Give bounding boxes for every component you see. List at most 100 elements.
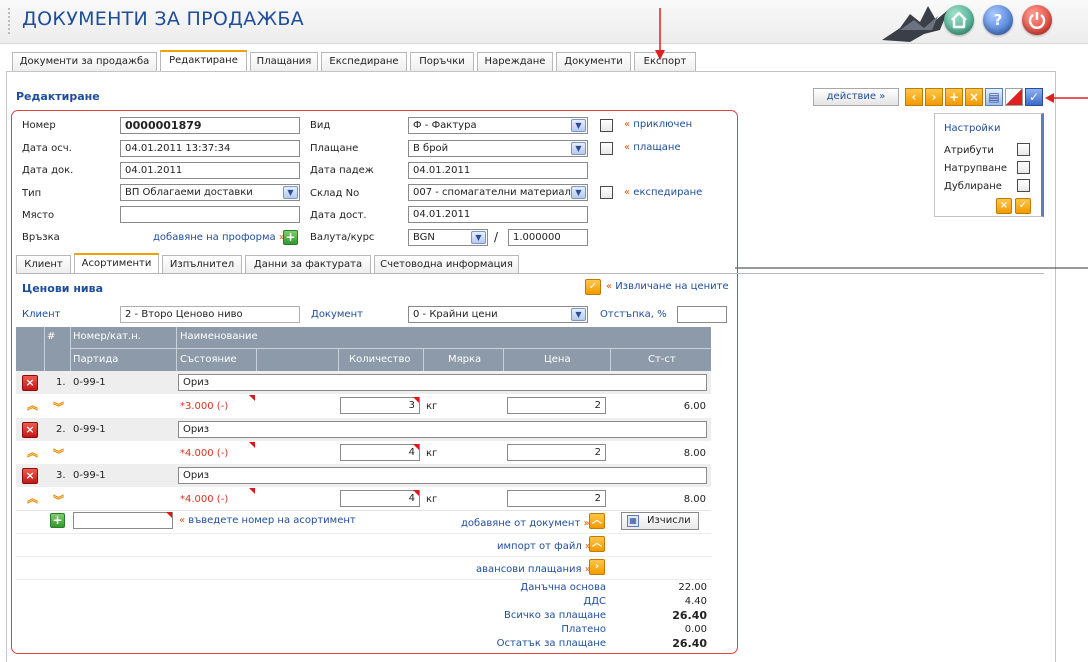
advance-payments-link[interactable]: авансови плащания » <box>476 564 591 575</box>
power-icon[interactable] <box>1022 5 1052 35</box>
remaining-label: Остатък за плащане <box>496 638 606 649</box>
confirm-icon[interactable]: ✓ <box>1025 88 1043 106</box>
settings-ok-icon[interactable]: ✓ <box>1015 198 1031 214</box>
closed-checkbox[interactable] <box>600 119 613 132</box>
extract-prices-link[interactable]: « Извличане на цените <box>606 281 729 292</box>
place-label: Място <box>22 210 55 221</box>
calculate-button[interactable]: ▦ Изчисли <box>621 512 699 530</box>
move-down-icon[interactable]: ︾ <box>53 449 64 460</box>
type-select[interactable]: ВП Облагаеми доставки ▼ <box>120 184 300 201</box>
place-field[interactable] <box>120 206 300 223</box>
assortment-number-field[interactable] <box>73 512 173 529</box>
currency-select[interactable]: BGN ▼ <box>408 229 488 246</box>
discount-label: Отстъпка, % <box>600 309 667 320</box>
subtab-assortments[interactable]: Асортименти <box>74 253 159 274</box>
tab-shipping[interactable]: Експедиране <box>321 52 407 72</box>
row-unit: кг <box>426 401 438 412</box>
row-price-field[interactable]: 2 <box>507 444 606 461</box>
clear-icon[interactable] <box>1005 88 1023 106</box>
tab-payments[interactable]: Плащания <box>250 52 318 72</box>
add-proforma-icon[interactable]: + <box>283 230 298 245</box>
print-icon[interactable]: ▤ <box>985 88 1003 106</box>
delete-row-icon[interactable]: × <box>22 422 38 438</box>
price-document-value: 0 - Крайни цени <box>413 309 498 320</box>
tab-orders[interactable]: Поръчки <box>410 52 474 72</box>
shipped-flag[interactable]: « експедиране <box>624 187 702 198</box>
row-price-field[interactable]: 2 <box>507 490 606 507</box>
next-icon[interactable]: › <box>925 88 943 106</box>
footer-divider <box>16 533 711 534</box>
warehouse-select[interactable]: 007 - спомагателни материали ▼ <box>408 184 588 201</box>
import-file-link[interactable]: импорт от файл » <box>497 541 591 552</box>
delete-row-icon[interactable]: × <box>22 468 38 484</box>
payment-select[interactable]: В брой ▼ <box>408 140 588 157</box>
date-doc-field[interactable]: 04.01.2011 <box>120 162 300 179</box>
kind-value: Ф - Фактура <box>413 120 477 131</box>
price-document-select[interactable]: 0 - Крайни цени ▼ <box>408 306 588 323</box>
rate-separator: / <box>494 230 499 244</box>
move-up-icon[interactable]: ︽ <box>27 493 38 504</box>
type-label: Тип <box>22 188 42 199</box>
add-icon[interactable]: + <box>945 88 963 106</box>
shipped-checkbox[interactable] <box>600 186 613 199</box>
settings-title: Настройки <box>944 123 1001 134</box>
closed-flag[interactable]: « приключен <box>624 119 692 130</box>
chevron-down-icon: ▼ <box>471 231 486 244</box>
row-name-field[interactable]: Ориз <box>178 421 707 438</box>
accumulation-checkbox[interactable] <box>1017 161 1030 174</box>
settings-cancel-icon[interactable]: × <box>996 198 1012 214</box>
row-name-field[interactable]: Ориз <box>178 374 707 391</box>
delivery-field[interactable]: 04.01.2011 <box>408 206 588 223</box>
attributes-checkbox[interactable] <box>1017 143 1030 156</box>
tab-sales-docs[interactable]: Документи за продажба <box>12 52 157 72</box>
paid-checkbox[interactable] <box>600 142 613 155</box>
chevron-down-icon: ▼ <box>571 186 586 199</box>
import-file-icon[interactable]: ︿ <box>589 536 605 552</box>
annotation-arrow-confirm <box>1045 93 1088 103</box>
delete-icon[interactable]: × <box>965 88 983 106</box>
move-down-icon[interactable]: ︾ <box>53 495 64 506</box>
row-qty-field[interactable]: 4 <box>340 444 420 461</box>
delete-row-icon[interactable]: × <box>22 375 38 391</box>
action-button[interactable]: действие » <box>813 88 899 106</box>
row-price-field[interactable]: 2 <box>507 397 606 414</box>
payment-value: В брой <box>413 143 449 154</box>
move-up-icon[interactable]: ︽ <box>27 447 38 458</box>
help-icon[interactable]: ? <box>983 5 1013 35</box>
add-from-document-link[interactable]: добавяне от документ » <box>461 518 590 529</box>
tab-ordering[interactable]: Нареждане <box>477 52 553 72</box>
number-field[interactable]: 0000001879 <box>120 117 300 134</box>
extract-prices-icon[interactable]: ✓ <box>585 279 601 295</box>
home-icon[interactable] <box>944 5 974 35</box>
add-proforma-link[interactable]: добавяне на проформа » <box>153 232 285 243</box>
add-row-icon[interactable]: + <box>50 513 65 528</box>
price-client-field[interactable]: 2 - Второ Ценово ниво <box>120 306 300 323</box>
tab-documents[interactable]: Документи <box>556 52 631 72</box>
duplication-checkbox[interactable] <box>1017 179 1030 192</box>
subtab-accounting[interactable]: Счетоводна информация <box>374 255 519 274</box>
move-down-icon[interactable]: ︾ <box>53 402 64 413</box>
qty-marker <box>413 397 419 403</box>
subtab-executor[interactable]: Изпълнител <box>162 255 242 274</box>
row-qty-field[interactable]: 4 <box>340 490 420 507</box>
advance-payments-icon[interactable]: › <box>589 559 605 575</box>
prev-icon[interactable]: ‹ <box>905 88 923 106</box>
due-field[interactable]: 04.01.2011 <box>408 162 588 179</box>
kind-select[interactable]: Ф - Фактура ▼ <box>408 117 588 134</box>
accumulation-label: Натрупване <box>944 163 1007 174</box>
link-label: Връзка <box>22 232 60 243</box>
date-acc-label: Дата осч. <box>22 143 72 154</box>
tab-edit[interactable]: Редактиране <box>160 50 247 72</box>
discount-field[interactable] <box>677 306 727 323</box>
add-from-document-icon[interactable]: ︿ <box>589 513 605 529</box>
paid-flag[interactable]: « плащане <box>624 142 681 153</box>
date-acc-field[interactable]: 04.01.2011 13:37:34 <box>120 140 300 157</box>
subtab-invoice-data[interactable]: Данни за фактурата <box>245 255 371 274</box>
row-qty-field[interactable]: 3 <box>340 397 420 414</box>
sub-tabs-divider <box>16 273 1044 274</box>
subtab-client[interactable]: Клиент <box>16 255 71 274</box>
move-up-icon[interactable]: ︽ <box>27 400 38 411</box>
row-name-field[interactable]: Ориз <box>178 467 707 484</box>
warehouse-value: 007 - спомагателни материали <box>413 187 578 198</box>
rate-field[interactable]: 1.000000 <box>508 229 588 246</box>
